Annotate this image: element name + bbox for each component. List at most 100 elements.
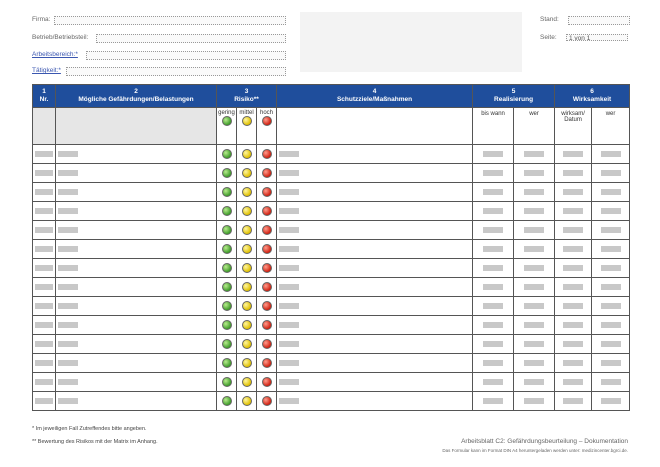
wirksam-datum-cell[interactable] xyxy=(554,315,593,335)
seite-field[interactable]: 1 von 1 xyxy=(566,34,628,42)
risk-mittel-cell[interactable] xyxy=(236,277,257,297)
bis-wann-cell[interactable] xyxy=(472,201,515,221)
gefaehrdung-cell[interactable] xyxy=(55,182,217,202)
risk-mittel-cell[interactable] xyxy=(236,372,257,392)
risk-gering-cell[interactable] xyxy=(216,201,237,221)
gefaehrdung-cell[interactable] xyxy=(55,334,217,354)
wirksam-datum-cell[interactable] xyxy=(554,220,593,240)
nr-cell[interactable] xyxy=(32,372,56,392)
yellow-circle-icon[interactable] xyxy=(241,376,252,387)
gefaehrdung-cell[interactable] xyxy=(55,296,217,316)
firma-field[interactable] xyxy=(54,16,286,25)
realisierung-wer-cell[interactable] xyxy=(513,144,556,164)
wirksam-datum-cell[interactable] xyxy=(554,277,593,297)
yellow-circle-icon[interactable] xyxy=(241,262,252,273)
wirksamkeit-wer-cell[interactable] xyxy=(591,334,631,354)
wirksam-datum-cell[interactable] xyxy=(554,144,593,164)
green-circle-icon[interactable] xyxy=(221,186,232,197)
risk-hoch-cell[interactable] xyxy=(255,163,278,183)
risk-gering-cell[interactable] xyxy=(216,391,237,411)
red-circle-icon[interactable] xyxy=(261,167,272,178)
wirksam-datum-cell[interactable] xyxy=(554,182,593,202)
risk-mittel-cell[interactable] xyxy=(236,296,257,316)
wirksamkeit-wer-cell[interactable] xyxy=(591,391,631,411)
wirksam-datum-cell[interactable] xyxy=(554,372,593,392)
green-circle-icon[interactable] xyxy=(221,357,232,368)
realisierung-wer-cell[interactable] xyxy=(513,391,556,411)
massnahme-cell[interactable] xyxy=(276,220,474,240)
risk-hoch-cell[interactable] xyxy=(255,391,278,411)
nr-cell[interactable] xyxy=(32,258,56,278)
realisierung-wer-cell[interactable] xyxy=(513,201,556,221)
risk-hoch-cell[interactable] xyxy=(255,353,278,373)
realisierung-wer-cell[interactable] xyxy=(513,258,556,278)
wirksam-datum-cell[interactable] xyxy=(554,239,593,259)
risk-hoch-cell[interactable] xyxy=(255,372,278,392)
red-circle-icon[interactable] xyxy=(261,338,272,349)
yellow-circle-icon[interactable] xyxy=(241,395,252,406)
taetigkeit-field[interactable] xyxy=(66,67,286,76)
wirksamkeit-wer-cell[interactable] xyxy=(591,353,631,373)
red-circle-icon[interactable] xyxy=(261,224,272,235)
gefaehrdung-cell[interactable] xyxy=(55,391,217,411)
risk-mittel-cell[interactable] xyxy=(236,334,257,354)
stand-field[interactable] xyxy=(568,16,630,25)
realisierung-wer-cell[interactable] xyxy=(513,296,556,316)
gefaehrdung-cell[interactable] xyxy=(55,163,217,183)
bis-wann-cell[interactable] xyxy=(472,220,515,240)
nr-cell[interactable] xyxy=(32,353,56,373)
nr-cell[interactable] xyxy=(32,277,56,297)
green-circle-icon[interactable] xyxy=(221,319,232,330)
gefaehrdung-cell[interactable] xyxy=(55,277,217,297)
realisierung-wer-cell[interactable] xyxy=(513,182,556,202)
bis-wann-cell[interactable] xyxy=(472,277,515,297)
green-circle-icon[interactable] xyxy=(221,148,232,159)
nr-cell[interactable] xyxy=(32,182,56,202)
gefaehrdung-cell[interactable] xyxy=(55,220,217,240)
risk-hoch-cell[interactable] xyxy=(255,277,278,297)
risk-mittel-cell[interactable] xyxy=(236,220,257,240)
realisierung-wer-cell[interactable] xyxy=(513,220,556,240)
risk-hoch-cell[interactable] xyxy=(255,315,278,335)
risk-mittel-cell[interactable] xyxy=(236,163,257,183)
nr-cell[interactable] xyxy=(32,144,56,164)
risk-mittel-cell[interactable] xyxy=(236,144,257,164)
realisierung-wer-cell[interactable] xyxy=(513,353,556,373)
nr-cell[interactable] xyxy=(32,334,56,354)
green-circle-icon[interactable] xyxy=(221,376,232,387)
wirksam-datum-cell[interactable] xyxy=(554,353,593,373)
bis-wann-cell[interactable] xyxy=(472,239,515,259)
gefaehrdung-cell[interactable] xyxy=(55,201,217,221)
green-circle-icon[interactable] xyxy=(221,224,232,235)
yellow-circle-icon[interactable] xyxy=(241,224,252,235)
massnahme-cell[interactable] xyxy=(276,201,474,221)
red-circle-icon[interactable] xyxy=(261,243,272,254)
yellow-circle-icon[interactable] xyxy=(241,319,252,330)
bis-wann-cell[interactable] xyxy=(472,334,515,354)
wirksam-datum-cell[interactable] xyxy=(554,201,593,221)
wirksam-datum-cell[interactable] xyxy=(554,296,593,316)
risk-gering-cell[interactable] xyxy=(216,220,237,240)
risk-mittel-cell[interactable] xyxy=(236,182,257,202)
risk-hoch-cell[interactable] xyxy=(255,334,278,354)
green-circle-icon[interactable] xyxy=(221,395,232,406)
betrieb-field[interactable] xyxy=(96,34,286,43)
risk-gering-cell[interactable] xyxy=(216,239,237,259)
realisierung-wer-cell[interactable] xyxy=(513,334,556,354)
bis-wann-cell[interactable] xyxy=(472,163,515,183)
risk-gering-cell[interactable] xyxy=(216,182,237,202)
wirksamkeit-wer-cell[interactable] xyxy=(591,182,631,202)
massnahme-cell[interactable] xyxy=(276,353,474,373)
red-circle-icon[interactable] xyxy=(261,281,272,292)
risk-gering-cell[interactable] xyxy=(216,163,237,183)
nr-cell[interactable] xyxy=(32,201,56,221)
yellow-circle-icon[interactable] xyxy=(241,148,252,159)
massnahme-cell[interactable] xyxy=(276,163,474,183)
arbeitsbereich-field[interactable] xyxy=(86,51,286,60)
nr-cell[interactable] xyxy=(32,296,56,316)
wirksamkeit-wer-cell[interactable] xyxy=(591,258,631,278)
bis-wann-cell[interactable] xyxy=(472,315,515,335)
realisierung-wer-cell[interactable] xyxy=(513,163,556,183)
massnahme-cell[interactable] xyxy=(276,296,474,316)
wirksamkeit-wer-cell[interactable] xyxy=(591,372,631,392)
